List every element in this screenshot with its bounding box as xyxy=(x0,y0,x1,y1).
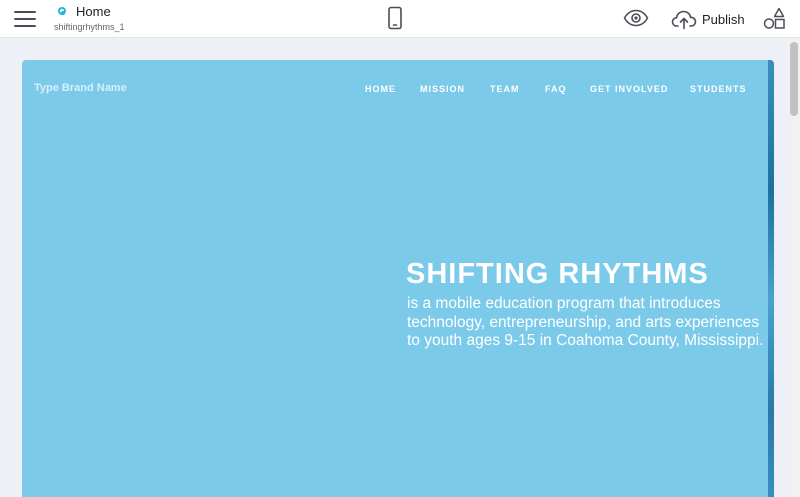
page-icon xyxy=(58,7,66,15)
nav-item-mission[interactable]: MISSION xyxy=(420,84,465,94)
publish-button[interactable]: Publish xyxy=(671,7,745,31)
hero-description: is a mobile education program that intro… xyxy=(407,295,764,349)
page-title: Home xyxy=(76,4,111,19)
brand-name[interactable]: Type Brand Name xyxy=(34,82,127,94)
cloud-upload-icon xyxy=(671,10,697,30)
project-name: shiftingrhythms_1 xyxy=(54,22,125,32)
nav-item-team[interactable]: TEAM xyxy=(490,84,520,94)
nav-item-get-involved[interactable]: GET INVOLVED xyxy=(590,84,668,94)
hamburger-menu-icon[interactable] xyxy=(14,10,36,28)
editor-toolbar: Home shiftingrhythms_1 Publish xyxy=(0,0,800,38)
nav-item-faq[interactable]: FAQ xyxy=(545,84,567,94)
scrollbar[interactable] xyxy=(788,38,800,497)
hero-title: SHIFTING RHYTHMS xyxy=(406,258,709,290)
publish-label: Publish xyxy=(702,11,745,27)
nav-item-students[interactable]: STUDENTS xyxy=(690,84,747,94)
site-canvas[interactable]: Type Brand Name HOME MISSION TEAM FAQ GE… xyxy=(22,60,774,497)
mobile-view-icon[interactable] xyxy=(385,6,405,30)
scrollbar-thumb[interactable] xyxy=(790,42,798,116)
shapes-icon[interactable] xyxy=(762,7,786,31)
eye-icon[interactable] xyxy=(623,9,649,27)
nav-item-home[interactable]: HOME xyxy=(365,84,396,94)
background-image-edge xyxy=(768,60,774,497)
